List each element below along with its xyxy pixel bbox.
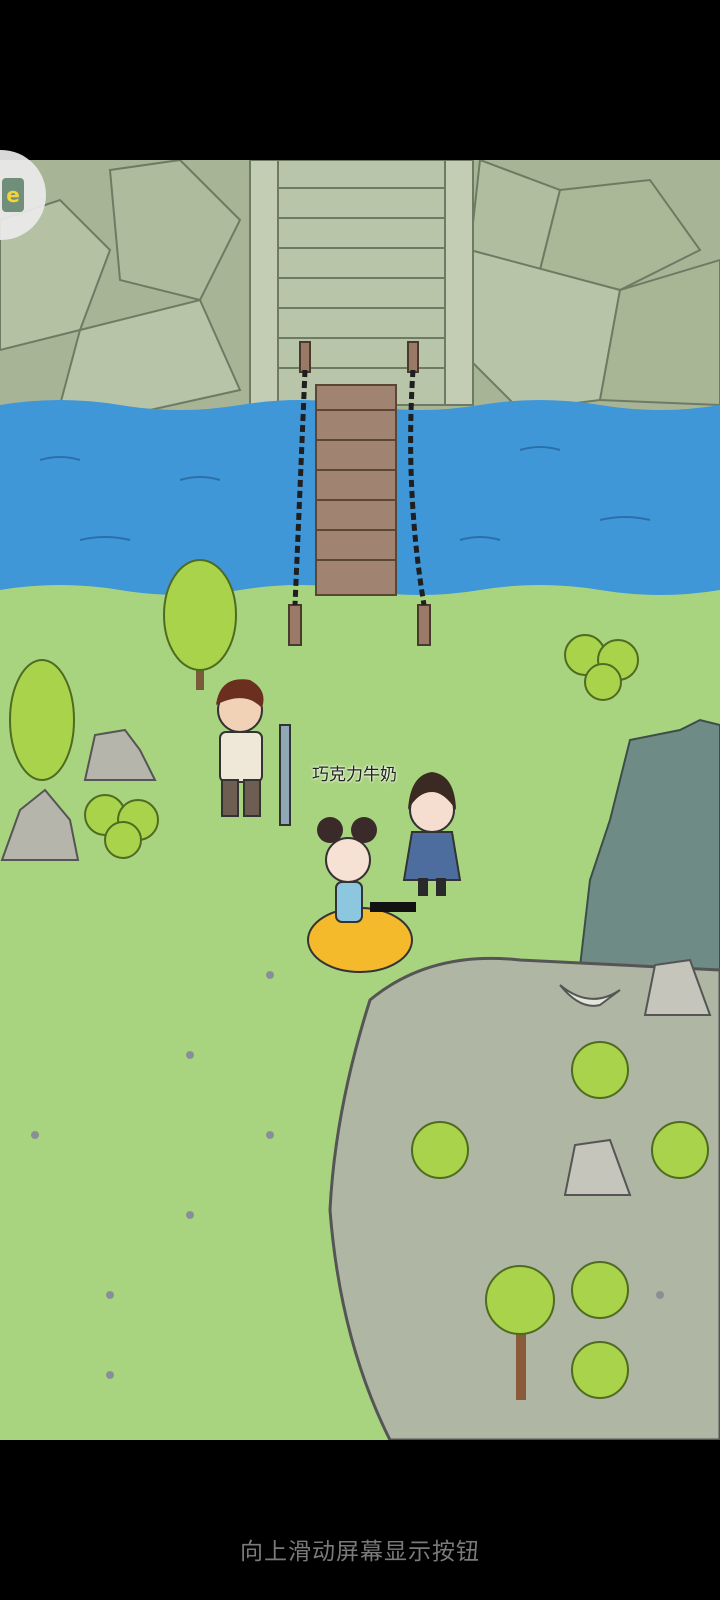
game-map-view[interactable] [0, 160, 720, 1440]
tree [411, 1121, 469, 1179]
tree [571, 1041, 629, 1099]
tree [571, 1341, 629, 1399]
status-bar-area [0, 0, 720, 160]
swipe-up-hint: 向上滑动屏幕显示按钮 [240, 1539, 480, 1565]
sword-icon [279, 724, 291, 826]
npc-girl[interactable] [402, 772, 462, 896]
player-name-label: 巧克力牛奶 [312, 765, 397, 785]
app-logo-icon: e [2, 178, 24, 212]
tree [651, 1121, 709, 1179]
game-scene[interactable] [0, 160, 720, 1440]
gesture-bar-area [0, 1440, 720, 1600]
sunglasses-icon [370, 902, 416, 912]
tree [9, 659, 75, 781]
tree [571, 1261, 629, 1319]
stone-stairs[interactable] [249, 160, 474, 406]
